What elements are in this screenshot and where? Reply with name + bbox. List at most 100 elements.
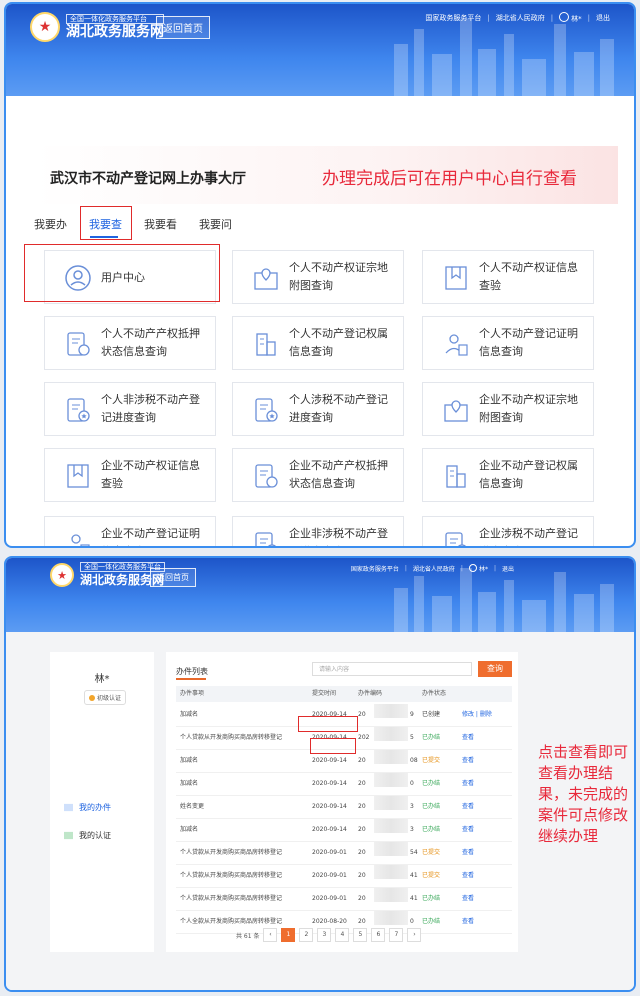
highlight-box-view — [310, 738, 356, 754]
tab-apply[interactable]: 我要办 — [34, 216, 67, 232]
case-name-cell: 个人贷款从开发商购买商品房转移登记 — [180, 849, 283, 856]
user-menu[interactable]: 林* — [559, 12, 582, 24]
annotation-text: 办理完成后可在用户中心自行查看 — [322, 169, 577, 189]
list-title-underline — [176, 678, 206, 680]
search-button[interactable]: 查询 — [478, 661, 512, 677]
view-link[interactable]: 查看 — [462, 773, 474, 795]
service-card[interactable]: 个人不动产登记权属信息查询 — [232, 316, 404, 370]
user-doc-icon — [71, 534, 90, 546]
service-card[interactable]: 个人不动产权证宗地附图查询 — [232, 250, 404, 304]
redacted-mask — [374, 750, 408, 764]
table-row: 加减名 2020-09-14 20 已办结 查看 3 — [176, 819, 512, 842]
case-name-cell: 个人贷款从开发商购买商品房转移登记 — [180, 734, 283, 741]
highlight-box-tab — [80, 206, 132, 240]
view-link[interactable]: 查看 — [462, 888, 474, 910]
profile-name: 林* — [94, 674, 110, 685]
service-card[interactable]: 个人涉税不动产登记进度查询 — [232, 382, 404, 436]
case-code-cell: 20 — [358, 757, 366, 764]
site-logo[interactable]: ★ 全国一体化政务服务平台 湖北政务服务网 — [30, 12, 164, 42]
service-card[interactable]: 企业不动产登记权属信息查询 — [422, 448, 594, 502]
service-card[interactable]: 个人非涉税不动产登记进度查询 — [44, 382, 216, 436]
case-code-cell: 20 — [358, 826, 366, 833]
status-cell: 已提交 — [422, 872, 441, 879]
view-link[interactable]: 查看 — [462, 796, 474, 818]
status-cell: 已办结 — [422, 780, 441, 787]
case-name-cell: 加减名 — [180, 780, 199, 787]
view-link[interactable]: 查看 — [462, 865, 474, 887]
status-cell: 已办结 — [422, 803, 441, 810]
table-row: 个人贷款从开发商购买商品房转移登记 2020-09-01 20 已提交 查看 41 — [176, 865, 512, 888]
document-seal-icon — [67, 332, 90, 356]
emblem-icon: ★ — [50, 563, 74, 587]
redacted-mask — [374, 727, 408, 741]
service-card[interactable]: 企业不动产权证宗地附图查询 — [422, 382, 594, 436]
prev-page-button[interactable]: ‹ — [263, 928, 278, 942]
page-number-button[interactable]: 3 — [317, 928, 332, 942]
case-name-cell: 加减名 — [180, 757, 199, 764]
column-header: 办件状态 — [422, 690, 447, 697]
card-label: 企业涉税不动产登记进度查询 — [479, 527, 578, 546]
card-label: 企业不动产登记权属信息查询 — [479, 459, 578, 490]
service-card[interactable]: 企业不动产产权抵押状态信息查询 — [232, 448, 404, 502]
card-label: 企业非涉税不动产登记进度查询 — [289, 527, 388, 546]
header-banner: ★ 全国一体化政务服务平台 湖北政务服务网 返回首页 国家政务服务平台 | 湖北… — [6, 4, 634, 96]
service-card[interactable]: 企业不动产权证信息查验 — [44, 448, 216, 502]
tab-view[interactable]: 我要看 — [144, 216, 177, 232]
search-input[interactable]: 请输入内容 — [312, 662, 472, 676]
service-card[interactable]: 个人不动产登记证明信息查询 — [422, 316, 594, 370]
logo-subtitle: 全国一体化政务服务平台 — [66, 14, 164, 24]
table-header: 办件事项 提交时间 办件编码 办件状态 — [176, 686, 512, 702]
case-code-cell: 20 — [358, 780, 366, 787]
profile-sidebar: 林* 初级认证 我的办件 我的认证 — [50, 652, 154, 952]
logo-title: 湖北政务服务网 — [66, 24, 164, 40]
menu-my-auth[interactable]: 我的认证 — [64, 830, 111, 841]
service-card[interactable]: 个人不动产权证信息查验 — [422, 250, 594, 304]
page-number-button[interactable]: 1 — [281, 928, 296, 942]
card-label: 企业不动产产权抵押状态信息查询 — [289, 459, 388, 490]
view-link[interactable]: 查看 — [462, 727, 474, 749]
bookmark-icon — [67, 464, 89, 488]
link-hubei-government[interactable]: 湖北省人民政府 — [496, 13, 545, 23]
card-label: 个人不动产权证宗地附图查询 — [289, 261, 388, 292]
next-page-button[interactable]: › — [407, 928, 422, 942]
page-number-button[interactable]: 6 — [371, 928, 386, 942]
highlight-box-user-center — [24, 244, 220, 302]
view-link[interactable]: 查看 — [462, 911, 474, 933]
site-logo[interactable]: ★ 全国一体化政务服务平台 湖北政务服务网 — [50, 562, 165, 588]
view-link[interactable]: 查看 — [462, 750, 474, 772]
user-menu[interactable]: 林* — [468, 564, 488, 573]
home-button[interactable]: 返回首页 — [150, 568, 196, 587]
page-number-button[interactable]: 2 — [299, 928, 314, 942]
user-name: 林* — [478, 566, 488, 573]
page-number-button[interactable]: 7 — [389, 928, 404, 942]
tab-ask[interactable]: 我要问 — [199, 216, 232, 232]
service-card[interactable]: 企业非涉税不动产登记进度查询 — [232, 516, 404, 546]
logout-link[interactable]: 退出 — [596, 13, 610, 23]
page-title: 武汉市不动产登记网上办事大厅 — [50, 171, 246, 187]
menu-my-cases[interactable]: 我的办件 — [64, 802, 111, 813]
page-number-button[interactable]: 4 — [335, 928, 350, 942]
edit-delete-actions[interactable]: 修改 | 删除 — [462, 704, 492, 726]
list-title: 办件列表 — [176, 667, 208, 676]
user-icon — [468, 564, 477, 572]
document-seal-icon — [255, 464, 278, 488]
badge-label: 初级认证 — [97, 695, 122, 702]
service-card[interactable]: 企业不动产登记证明信息查询 — [44, 516, 216, 546]
link-national-platform[interactable]: 国家政务服务平台 — [351, 564, 399, 573]
menu-label: 我的办件 — [79, 803, 111, 812]
page-number-button[interactable]: 5 — [353, 928, 368, 942]
service-card[interactable]: 个人不动产产权抵押状态信息查询 — [44, 316, 216, 370]
badge-icon — [89, 695, 95, 701]
case-name-cell: 姓名变更 — [180, 803, 205, 810]
view-link[interactable]: 查看 — [462, 819, 474, 841]
bookmark-icon — [445, 266, 467, 290]
logout-link[interactable]: 退出 — [502, 564, 514, 573]
link-hubei-government[interactable]: 湖北省人民政府 — [413, 564, 455, 573]
view-link[interactable]: 查看 — [462, 842, 474, 864]
home-button[interactable]: 返回首页 — [156, 16, 210, 39]
link-national-platform[interactable]: 国家政务服务平台 — [425, 13, 481, 23]
status-cell: 已提交 — [422, 849, 441, 856]
submit-date-cell: 2020-09-01 — [312, 849, 347, 856]
service-card[interactable]: 企业涉税不动产登记进度查询 — [422, 516, 594, 546]
status-cell: 已办结 — [422, 826, 441, 833]
